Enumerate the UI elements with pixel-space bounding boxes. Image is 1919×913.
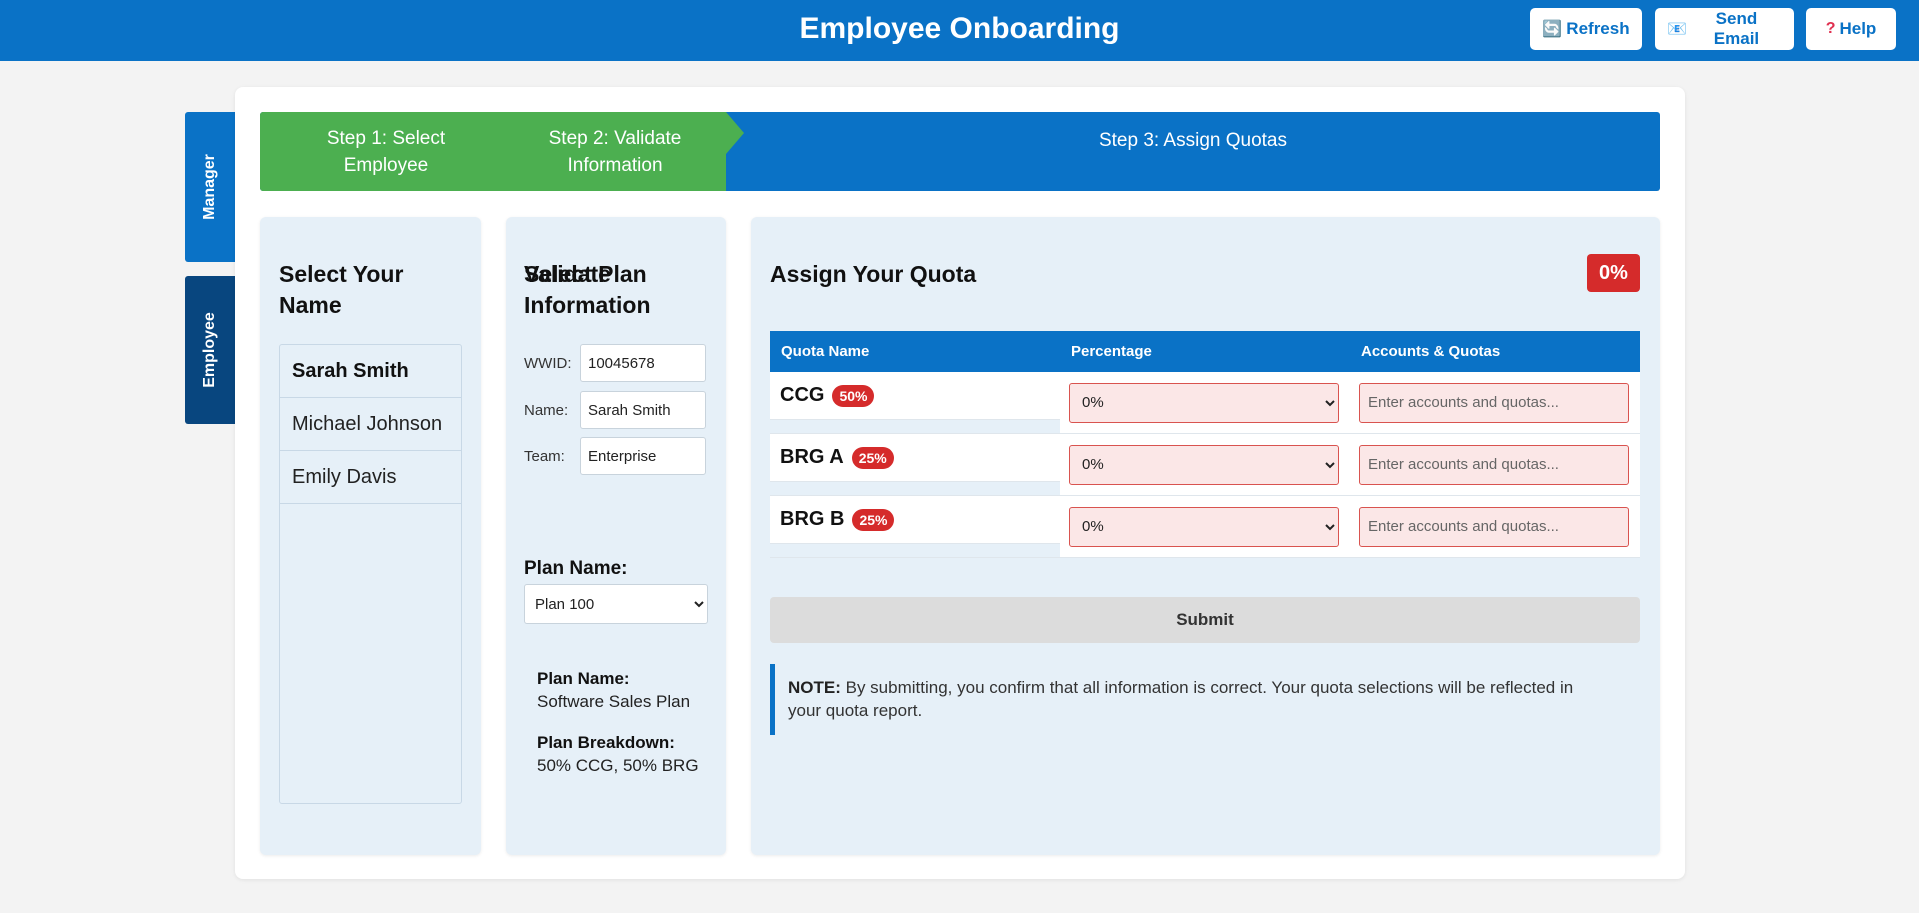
quota-row-brg-a: BRG A 25% 0% [770, 434, 1640, 496]
plan-detail-name: Plan Name: Software Sales Plan [537, 667, 690, 713]
quota-weight-badge: 50% [832, 384, 875, 407]
percentage-cell: 0% [1060, 372, 1350, 433]
step-1[interactable]: Step 1: Select Employee [306, 112, 466, 191]
quota-table-header: Quota Name Percentage Accounts & Quotas [770, 331, 1640, 372]
note-label: NOTE: [788, 678, 841, 697]
accounts-input-ccg[interactable] [1359, 382, 1629, 423]
quota-table: Quota Name Percentage Accounts & Quotas … [770, 331, 1640, 558]
quota-weight-badge: 25% [852, 508, 895, 531]
accounts-cell [1350, 434, 1640, 495]
plan-name-label: Plan Name: [524, 558, 628, 579]
refresh-button[interactable]: 🔄 Refresh [1530, 8, 1642, 50]
accounts-cell [1350, 496, 1640, 557]
quota-name-brg-a: BRG A 25% [770, 434, 1060, 482]
col-accounts-quotas: Accounts & Quotas [1361, 343, 1501, 360]
team-row: Team: [524, 437, 706, 475]
note-text: By submitting, you confirm that all info… [788, 678, 1574, 720]
quota-name-cell: BRG B 25% [770, 496, 1060, 557]
select-plan-title: Select Plan [524, 261, 647, 287]
percentage-select-brg-a[interactable]: 0% [1069, 444, 1339, 485]
quota-name-brg-b: BRG B 25% [770, 496, 1060, 544]
assign-quota-title: Assign Your Quota [770, 261, 977, 287]
plan-detail-breakdown: Plan Breakdown: 50% CCG, 50% BRG [537, 731, 699, 777]
plan-detail-breakdown-value: 50% CCG, 50% BRG [537, 756, 699, 775]
name-row: Name: [524, 391, 706, 429]
refresh-icon: 🔄 [1542, 21, 1563, 38]
plan-detail-name-value: Software Sales Plan [537, 692, 691, 711]
tab-manager-label: Manager [201, 154, 219, 220]
send-email-button[interactable]: 📧 Send Email [1655, 8, 1794, 50]
quota-name-ccg: CCG 50% [770, 372, 1060, 420]
team-field[interactable] [580, 437, 706, 475]
validate-info-panel: Validate Information WWID: Name: Team: S… [506, 217, 726, 855]
help-icon: ? [1825, 20, 1836, 37]
quota-name-cell: BRG A 25% [770, 434, 1060, 495]
quota-name-cell: CCG 50% [770, 372, 1060, 433]
tab-employee-label: Employee [201, 312, 218, 388]
quota-row-brg-b: BRG B 25% 0% [770, 496, 1640, 558]
step-progress-bar: Step 1: Select Employee Step 2: Validate… [260, 112, 1660, 191]
select-name-panel: Select Your Name Sarah Smith Michael Joh… [260, 217, 481, 855]
percentage-cell: 0% [1060, 434, 1350, 495]
step-3[interactable]: Step 3: Assign Quotas [726, 112, 1660, 168]
wwid-field[interactable] [580, 344, 706, 382]
tab-employee[interactable]: Employee [185, 276, 235, 424]
accounts-cell [1350, 372, 1640, 433]
quota-name-text: BRG A [780, 446, 844, 468]
select-name-title: Select Your Name [279, 261, 404, 318]
percentage-cell: 0% [1060, 496, 1350, 557]
name-label: Name: [524, 401, 569, 419]
submit-button[interactable]: Submit [770, 597, 1640, 643]
plan-detail-breakdown-label: Plan Breakdown: [537, 733, 675, 752]
submission-note: NOTE: By submitting, you confirm that al… [770, 664, 1640, 735]
assign-quota-panel: Assign Your Quota 0% Quota Name Percenta… [751, 217, 1660, 855]
tab-manager[interactable]: Manager [185, 112, 235, 262]
name-item-sarah-smith[interactable]: Sarah Smith [280, 345, 461, 398]
help-button[interactable]: ? Help [1806, 8, 1896, 50]
name-item-michael-johnson[interactable]: Michael Johnson [280, 398, 461, 451]
total-percentage-badge: 0% [1587, 254, 1640, 292]
wwid-label: WWID: [524, 354, 572, 372]
quota-name-text: BRG B [780, 508, 845, 530]
send-email-label: Send Email [1713, 9, 1760, 48]
name-field[interactable] [580, 391, 706, 429]
accounts-input-brg-a[interactable] [1359, 444, 1629, 485]
quota-name-text: CCG [780, 384, 825, 406]
percentage-select-ccg[interactable]: 0% [1069, 382, 1339, 423]
accounts-input-brg-b[interactable] [1359, 506, 1629, 547]
wwid-row: WWID: [524, 344, 706, 382]
col-percentage: Percentage [1071, 343, 1152, 360]
quota-weight-badge: 25% [851, 446, 894, 469]
col-quota-name: Quota Name [781, 343, 870, 360]
email-icon: 📧 [1667, 21, 1687, 38]
quota-row-ccg: CCG 50% 0% [770, 372, 1640, 434]
percentage-select-brg-b[interactable]: 0% [1069, 506, 1339, 547]
plan-detail-name-label: Plan Name: [537, 669, 630, 688]
top-header: Employee Onboarding 🔄 Refresh 📧 Send Ema… [0, 0, 1919, 61]
name-list: Sarah Smith Michael Johnson Emily Davis [279, 344, 462, 804]
plan-select[interactable]: Plan 100 [524, 584, 708, 624]
help-label: Help [1839, 19, 1877, 38]
team-label: Team: [524, 447, 565, 465]
refresh-label: Refresh [1566, 19, 1630, 38]
name-item-emily-davis[interactable]: Emily Davis [280, 451, 461, 504]
step-2[interactable]: Step 2: Validate Information [520, 112, 710, 191]
